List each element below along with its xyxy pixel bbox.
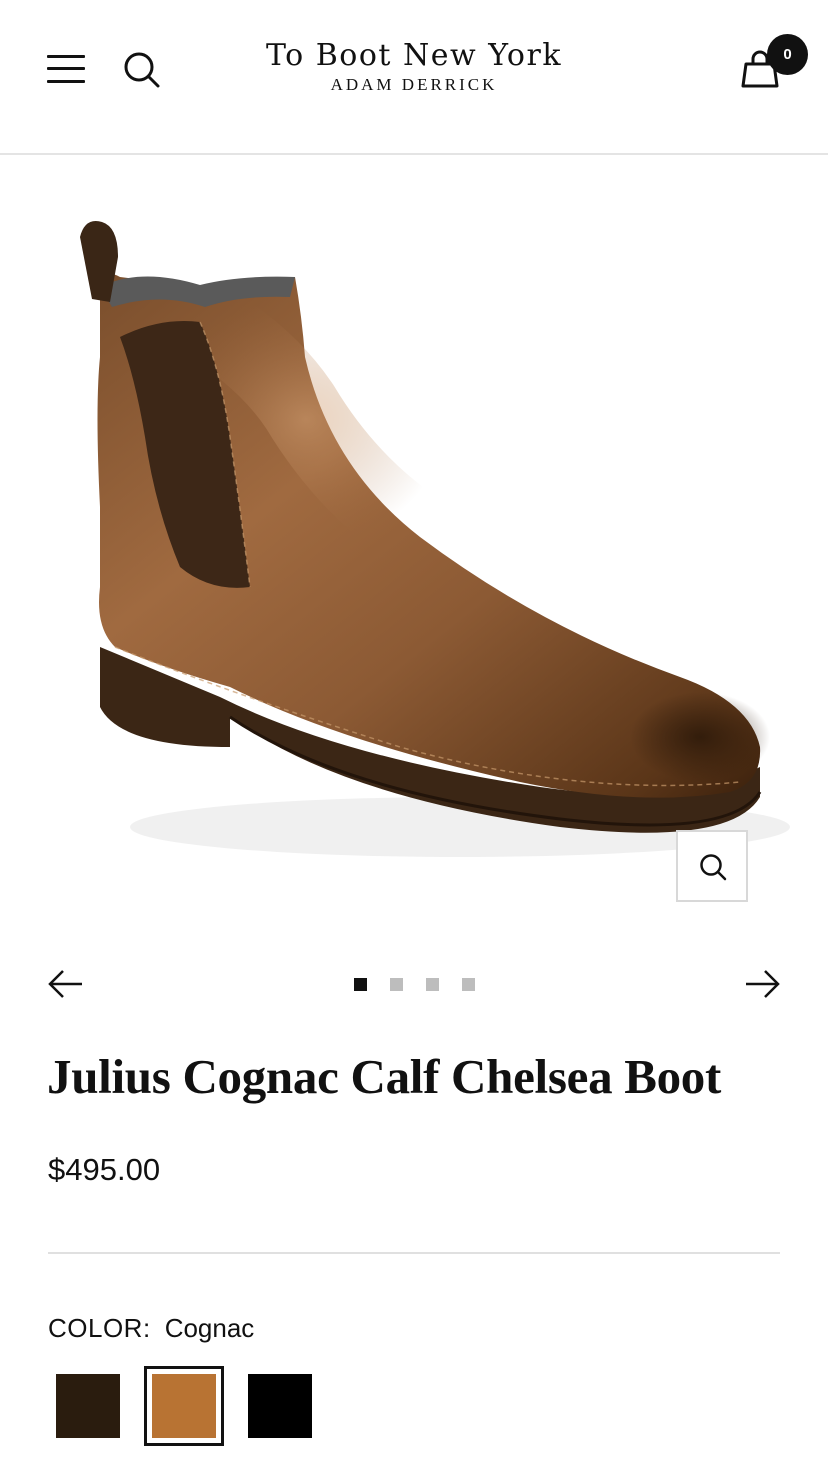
color-label: COLOR: <box>48 1313 151 1343</box>
swatch-color <box>152 1374 216 1438</box>
swatch-color <box>248 1374 312 1438</box>
hamburger-menu-icon[interactable] <box>47 55 85 83</box>
zoom-button[interactable] <box>676 830 748 902</box>
slide-dot-4[interactable] <box>462 978 475 991</box>
slide-dot-3[interactable] <box>426 978 439 991</box>
brand-logo[interactable]: To Boot New York Adam Derrick <box>214 38 614 96</box>
swatch-black[interactable] <box>240 1366 320 1446</box>
logo-sub-text: Adam Derrick <box>330 75 498 94</box>
logo-main-text: To Boot New York <box>265 38 563 73</box>
color-value: Cognac <box>164 1313 255 1343</box>
swatch-color <box>56 1374 120 1438</box>
zoom-icon <box>700 854 727 881</box>
cart-count-badge: 0 <box>767 34 808 75</box>
arrow-right-icon[interactable] <box>742 966 782 1002</box>
swatch-cognac[interactable] <box>144 1366 224 1446</box>
slide-dot-1[interactable] <box>354 978 367 991</box>
divider <box>48 1252 780 1254</box>
arrow-left-icon[interactable] <box>46 966 86 1002</box>
cart-button[interactable]: 0 <box>738 34 810 94</box>
product-gallery[interactable] <box>0 157 828 932</box>
product-title: Julius Cognac Calf Chelsea Boot <box>47 1049 722 1104</box>
color-selector-label: COLOR: Cognac <box>48 1312 254 1344</box>
product-price: $495.00 <box>48 1152 161 1187</box>
site-header: To Boot New York Adam Derrick 0 <box>0 0 828 155</box>
swatch-dark-brown[interactable] <box>48 1366 128 1446</box>
slide-indicator <box>348 978 488 992</box>
product-image[interactable] <box>40 207 800 867</box>
search-icon[interactable] <box>122 50 162 90</box>
slide-dot-2[interactable] <box>390 978 403 991</box>
